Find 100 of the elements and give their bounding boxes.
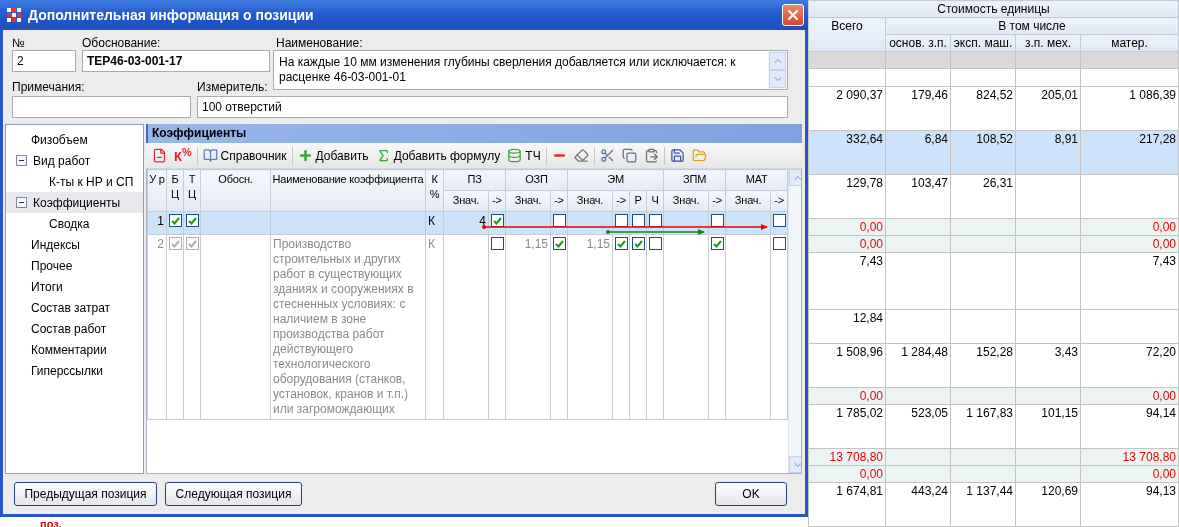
table-cell: 0,00 (1080, 465, 1179, 483)
field-label: Наименование: (276, 36, 364, 50)
collapse-icon[interactable] (16, 197, 27, 208)
column-header: ОЗП (505, 169, 568, 191)
notes-field[interactable] (12, 96, 191, 118)
close-button[interactable] (782, 4, 804, 26)
table-cell: 12,84 (808, 309, 886, 344)
table-cell: 1 (147, 211, 167, 235)
add-button[interactable]: Добавить (295, 145, 371, 166)
checkbox[interactable] (169, 214, 182, 227)
table-cell: 1 086,39 (1080, 86, 1179, 131)
tree-item[interactable]: Комментарии (6, 339, 143, 360)
table-cell: 1 167,83 (950, 404, 1016, 449)
field-label: Примечания: (12, 80, 86, 94)
column-header: ПЗ (443, 169, 506, 191)
window-title: Дополнительная информация о позиции (28, 7, 315, 23)
tch-button[interactable]: ТЧ (505, 145, 543, 166)
table-cell: 7,43 (1080, 252, 1179, 310)
table-cell: 1 508,96 (808, 343, 886, 388)
tree-item[interactable]: Гиперссылки (6, 360, 143, 381)
table-cell: 8,91 (1015, 130, 1081, 175)
column-header: ЭМ (567, 169, 664, 191)
column-header: Стоимость единицы (808, 0, 1179, 18)
table-cell: 72,20 (1080, 343, 1179, 388)
table-cell: 108,52 (950, 130, 1016, 175)
table-cell: 1,15 (505, 234, 551, 420)
tree-item[interactable]: Состав затрат (6, 297, 143, 318)
table-cell: Производство строительных и других работ в существующих зданиях и сооружениях в стесненных условиях: с наличием в зоне производства работ действующего технологического оборудования (станков, установок, кранов и т.п.) или загромождающих (270, 234, 426, 420)
table-cell: 205,01 (1015, 86, 1081, 131)
table-cell: 0,00 (808, 465, 886, 483)
column-header: Всего (808, 17, 886, 52)
column-header: ЗПМ (663, 169, 726, 191)
tree-item[interactable]: Индексы (6, 234, 143, 255)
basis-field[interactable]: ТЕР46-03-001-17 (82, 50, 270, 72)
table-cell: 332,64 (808, 130, 886, 175)
collapse-icon[interactable] (16, 155, 27, 166)
previous-button[interactable]: Предыдущая позиция (14, 482, 157, 506)
checkbox[interactable] (186, 214, 199, 227)
app-icon (6, 7, 22, 23)
tree-item[interactable]: Сводка (6, 213, 143, 234)
panel-header: Коэффициенты (146, 124, 802, 143)
add-formula-button[interactable]: Добавить формулу (373, 145, 503, 166)
table-cell: 217,28 (1080, 130, 1179, 175)
table-cell: 94,14 (1080, 404, 1179, 449)
table-cell: 1 674,81 (808, 482, 886, 527)
tree-item[interactable]: Физобъем (6, 129, 143, 150)
table-cell: 120,69 (1015, 482, 1081, 527)
table-cell: 824,52 (950, 86, 1016, 131)
column-header: У р (147, 169, 167, 212)
table-cell: 179,46 (885, 86, 951, 131)
table-cell: 1 785,02 (808, 404, 886, 449)
table-cell: 0,00 (1080, 387, 1179, 405)
field-label: № (12, 36, 26, 50)
table-cell (505, 211, 551, 235)
ok-button[interactable]: OK (715, 482, 787, 506)
table-cell: 0,00 (808, 218, 886, 236)
table-cell: 0,00 (808, 387, 886, 405)
field-label: Измеритель: (197, 80, 269, 94)
field-label: Обоснование: (82, 36, 162, 50)
table-cell: 0,00 (1080, 235, 1179, 253)
table-cell: 0,00 (808, 235, 886, 253)
table-cell: 1 137,44 (950, 482, 1016, 527)
table-cell: 6,84 (885, 130, 951, 175)
database-icon (507, 148, 523, 163)
tree-item[interactable]: Итоги (6, 276, 143, 297)
table-cell: 523,05 (885, 404, 951, 449)
table-cell: 1 284,48 (885, 343, 951, 388)
number-field[interactable]: 2 (12, 50, 76, 72)
column-header: МАТ (725, 169, 788, 191)
tree-item[interactable]: К-ты к НР и СП (6, 171, 143, 192)
column-header: -> (550, 190, 568, 212)
book-icon (202, 148, 218, 163)
table-cell: 129,78 (808, 174, 886, 219)
table-cell: 2 (147, 234, 167, 420)
table-cell: 103,47 (885, 174, 951, 219)
tree-item[interactable]: Прочее (6, 255, 143, 276)
unit-field[interactable]: 100 отверстий (197, 96, 788, 118)
close-icon (785, 7, 801, 23)
table-cell: К (425, 211, 444, 235)
table-cell: 26,31 (950, 174, 1016, 219)
table-cell: 443,24 (885, 482, 951, 527)
next-button[interactable]: Следующая позиция (165, 482, 302, 506)
tree-item[interactable]: Состав работ (6, 318, 143, 339)
checkbox[interactable] (773, 214, 787, 227)
table-cell: 13 708,80 (1080, 448, 1179, 466)
table-cell: 94,13 (1080, 482, 1179, 527)
table-cell: 2 090,37 (808, 86, 886, 131)
table-cell: 0,00 (1080, 218, 1179, 236)
table-cell: 3,43 (1015, 343, 1081, 388)
tree-item[interactable]: Вид работ (6, 150, 143, 171)
table-cell (200, 211, 271, 235)
coefficient-percent-button[interactable]: К$^{%}$ (172, 146, 194, 165)
tree-item[interactable]: Коэффициенты (6, 192, 143, 213)
column-header: Наименование коэффициента (270, 169, 426, 212)
table-cell: 101,15 (1015, 404, 1081, 449)
table-cell: 7,43 (808, 252, 886, 310)
table-cell: 152,28 (950, 343, 1016, 388)
reference-button[interactable]: Справочник (200, 145, 289, 166)
table-cell: 13 708,80 (808, 448, 886, 466)
plus-icon (297, 148, 313, 163)
